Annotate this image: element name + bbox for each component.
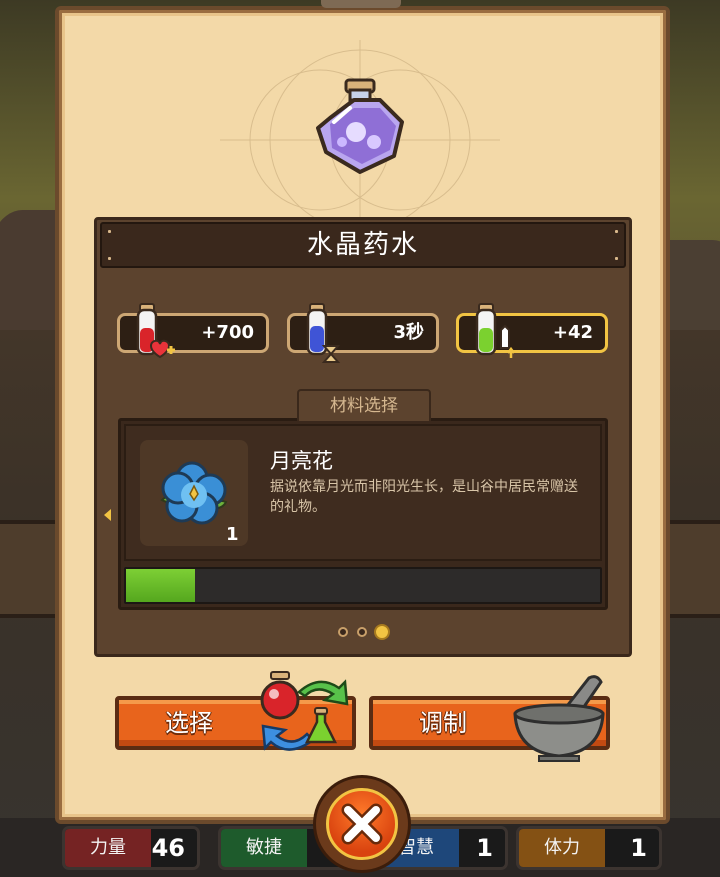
effect-health: +700 [117, 303, 269, 359]
material-description: 据说依靠月光而非阳光生长，是山谷中居民常赠送的礼物。 [270, 479, 578, 515]
swap-potions-icon [260, 671, 349, 751]
effect-attack: +42 [456, 303, 608, 358]
effect-duration: 3秒 [287, 303, 439, 363]
page-dot[interactable] [357, 627, 367, 637]
prev-material-arrow[interactable] [104, 509, 111, 521]
close-icon [341, 803, 383, 845]
page-dot-active[interactable] [374, 624, 390, 640]
close-button[interactable] [316, 778, 408, 870]
hourglass-potion-icon [306, 303, 341, 363]
title-bar: 水晶药水 [100, 222, 626, 268]
material-count: 1 [226, 524, 239, 545]
stat-label: 力量 [65, 829, 151, 867]
material-progress-bar [124, 567, 602, 604]
brew-button[interactable]: 调制 [369, 675, 610, 762]
material-section-tab: 材料选择 [297, 389, 431, 421]
effect-value: +700 [201, 322, 254, 343]
health-potion-icon [136, 303, 175, 359]
stat-stamina: 体力 1 [516, 826, 662, 870]
brew-button-label: 调制 [419, 709, 467, 737]
potion-title: 水晶药水 [306, 230, 419, 260]
stat-value: 1 [630, 834, 647, 862]
effect-value: 3秒 [393, 322, 424, 343]
material-name: 月亮花 [270, 449, 333, 473]
effect-value: +42 [552, 322, 593, 343]
progress-fill [126, 569, 195, 602]
close-button-face [326, 788, 398, 860]
dialog-top-tab [321, 0, 401, 8]
attack-boost-potion-icon [475, 303, 515, 358]
select-button-label: 选择 [165, 709, 213, 737]
stat-value: 1 [476, 834, 493, 862]
stat-label: 体力 [519, 829, 605, 867]
page-dot[interactable] [338, 627, 348, 637]
stat-value: 46 [151, 834, 185, 862]
crystal-potion-icon [316, 78, 404, 174]
mortar-pestle-icon [513, 675, 605, 762]
stat-strength: 力量 46 [62, 826, 200, 870]
select-button[interactable]: 选择 [115, 671, 356, 751]
stat-label: 敏捷 [221, 829, 307, 867]
